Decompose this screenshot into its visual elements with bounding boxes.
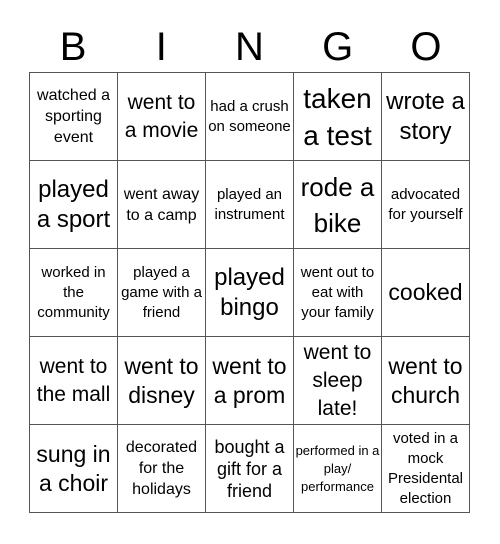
cell-text: went to disney: [124, 352, 199, 408]
bingo-cell-r4-c4[interactable]: voted in a mock Presidental election: [381, 424, 469, 512]
header-letter-n: N: [235, 25, 264, 69]
cell-text: bought a gift for a friend: [214, 436, 285, 501]
cell-text: wrote a story: [386, 87, 465, 145]
cell-text: played an instrument: [214, 185, 285, 223]
bingo-cell-r2-c2[interactable]: played bingo: [205, 248, 293, 336]
cell-text: had a crush on someone: [208, 97, 291, 135]
cell-text: performed in a play/ performance: [295, 442, 380, 494]
bingo-cell-r0-c3[interactable]: taken a test: [293, 72, 381, 160]
bingo-cell-r2-c1[interactable]: played a game with a friend: [117, 248, 205, 336]
cell-text: went out to eat with your family: [300, 263, 375, 321]
bingo-cell-r3-c0[interactable]: went to the mall: [29, 336, 117, 424]
header-letter-g: G: [322, 25, 354, 69]
cell-text: decorated for the holidays: [125, 439, 198, 498]
cell-text: advocated for yourself: [388, 185, 463, 223]
bingo-cell-r3-c3[interactable]: went to sleep late!: [293, 336, 381, 424]
bingo-cell-r4-c1[interactable]: decorated for the holidays: [117, 424, 205, 512]
cell-text: played a game with a friend: [121, 263, 202, 321]
bingo-cell-r1-c2[interactable]: played an instrument: [205, 160, 293, 248]
bingo-cell-r3-c4[interactable]: went to church: [381, 336, 469, 424]
cell-text: cooked: [388, 279, 463, 305]
cell-text: played a sport: [36, 175, 111, 233]
bingo-grid: watched a sporting event went to a movie…: [29, 72, 470, 513]
cell-text: went away to a camp: [123, 185, 200, 224]
bingo-cell-r0-c4[interactable]: wrote a story: [381, 72, 469, 160]
header-letter-b: B: [59, 25, 87, 69]
bingo-cell-r4-c0[interactable]: sung in a choir: [29, 424, 117, 512]
header-letter-i: I: [155, 25, 167, 69]
bingo-cell-r0-c1[interactable]: went to a movie: [117, 72, 205, 160]
cell-text: went to church: [388, 352, 463, 408]
bingo-cell-r2-c0[interactable]: worked in the community: [29, 248, 117, 336]
bingo-cell-r4-c2[interactable]: bought a gift for a friend: [205, 424, 293, 512]
bingo-cell-r1-c3[interactable]: rode a bike: [293, 160, 381, 248]
cell-text: went to sleep late!: [303, 340, 372, 420]
cell-text: rode a bike: [300, 171, 375, 238]
cell-text: went to a prom: [212, 352, 287, 408]
cell-text: played bingo: [214, 263, 285, 321]
bingo-cell-r1-c0[interactable]: played a sport: [29, 160, 117, 248]
cell-text: worked in the community: [37, 263, 110, 321]
bingo-cell-r0-c2[interactable]: had a crush on someone: [205, 72, 293, 160]
cell-text: watched a sporting event: [37, 87, 110, 146]
bingo-cell-r3-c1[interactable]: went to disney: [117, 336, 205, 424]
bingo-cell-r4-c3[interactable]: performed in a play/ performance: [293, 424, 381, 512]
cell-text: sung in a choir: [36, 440, 111, 496]
cell-text: voted in a mock Presidental election: [387, 429, 464, 507]
cell-text: went to the mall: [36, 354, 111, 406]
bingo-header: B I N G O: [29, 22, 470, 72]
header-letter-o: O: [410, 25, 442, 69]
bingo-cell-r3-c2[interactable]: went to a prom: [205, 336, 293, 424]
bingo-cell-r2-c3[interactable]: went out to eat with your family: [293, 248, 381, 336]
bingo-cell-r1-c1[interactable]: went away to a camp: [117, 160, 205, 248]
cell-text: taken a test: [303, 82, 372, 151]
cell-text: went to a movie: [124, 90, 199, 142]
bingo-cell-r0-c0[interactable]: watched a sporting event: [29, 72, 117, 160]
bingo-cell-r1-c4[interactable]: advocated for yourself: [381, 160, 469, 248]
bingo-cell-r2-c4[interactable]: cooked: [381, 248, 469, 336]
